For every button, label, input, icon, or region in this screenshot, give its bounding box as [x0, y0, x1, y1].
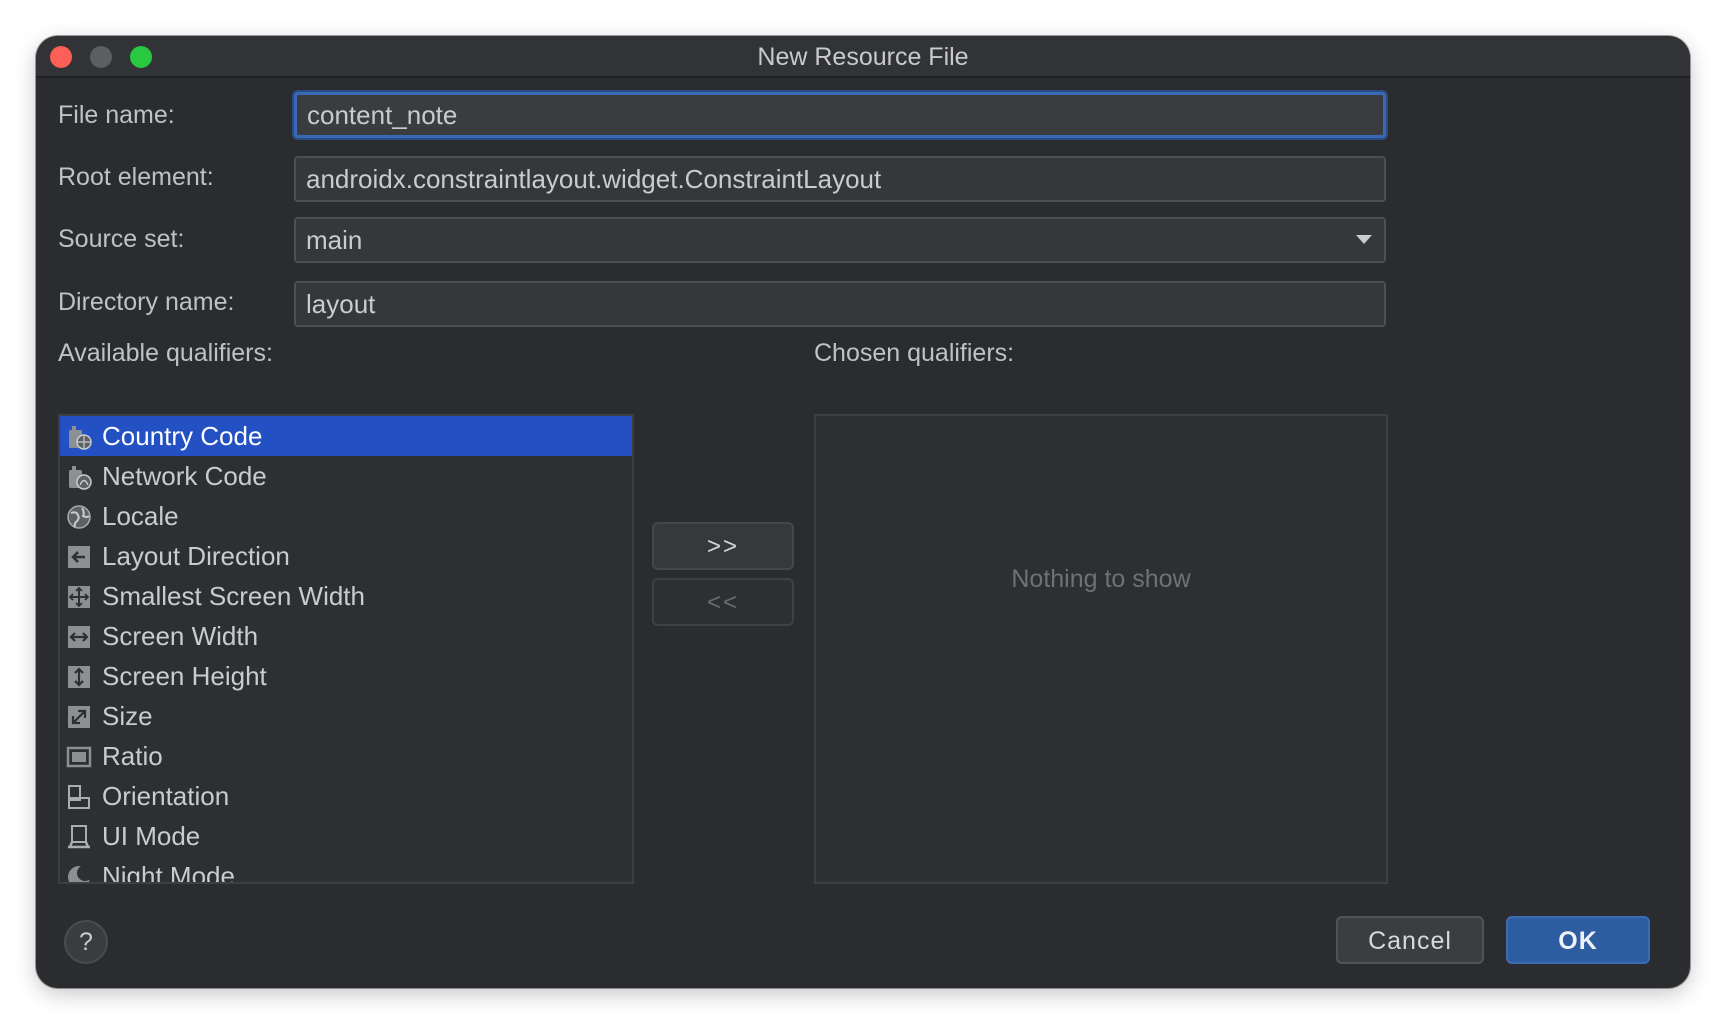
source-set-label: Source set: [58, 225, 185, 253]
qualifier-item-smallest-screen-width[interactable]: Smallest Screen Width [60, 576, 632, 616]
qualifier-label: Size [102, 701, 153, 731]
empty-state-text: Nothing to show [1011, 565, 1191, 593]
layout-direction-icon [68, 546, 90, 568]
qualifier-item-network-code[interactable]: Network Code [60, 456, 632, 496]
cancel-button[interactable]: Cancel [1336, 916, 1484, 964]
qualifier-label: Network Code [102, 461, 267, 491]
ui-mode-icon [68, 825, 90, 849]
qualifier-item-screen-width[interactable]: Screen Width [60, 616, 632, 656]
qualifier-item-locale[interactable]: Locale [60, 496, 632, 536]
new-resource-file-dialog: New Resource File File name: Root elemen… [36, 36, 1690, 988]
qualifier-label: Screen Width [102, 621, 259, 651]
chevron-down-icon [1356, 235, 1372, 244]
file-name-input[interactable] [294, 92, 1386, 138]
qualifier-label: Country Code [102, 421, 263, 451]
title-bar: New Resource File [36, 36, 1690, 78]
qualifier-label: Screen Height [102, 661, 267, 691]
window-title: New Resource File [757, 43, 969, 71]
qualifier-item-orientation[interactable]: Orientation [60, 776, 632, 816]
qualifier-item-ui-mode[interactable]: UI Mode [60, 816, 632, 856]
qualifier-item-size[interactable]: Size [60, 696, 632, 736]
qualifier-item-ratio[interactable]: Ratio [60, 736, 632, 776]
directory-name-input[interactable] [294, 281, 1386, 327]
qualifier-label: Night Mode [102, 861, 235, 884]
chosen-qualifiers-list[interactable]: Nothing to show [814, 414, 1388, 884]
qualifier-label: Smallest Screen Width [102, 581, 365, 611]
qualifier-item-screen-height[interactable]: Screen Height [60, 656, 632, 696]
orientation-icon [68, 785, 90, 809]
directory-name-label: Directory name: [58, 288, 235, 316]
available-qualifiers-label: Available qualifiers: [58, 339, 273, 367]
globe-icon [67, 505, 91, 529]
screen-height-icon [68, 666, 90, 688]
qualifier-item-layout-direction[interactable]: Layout Direction [60, 536, 632, 576]
root-element-label: Root element: [58, 163, 214, 191]
source-set-value: main [306, 225, 363, 255]
screen-width-icon [68, 626, 90, 648]
size-icon [68, 706, 90, 728]
qualifier-label: Locale [102, 501, 179, 531]
network-code-icon [69, 466, 92, 490]
qualifier-label: Ratio [102, 741, 163, 771]
ratio-icon [66, 746, 92, 768]
remove-qualifier-button[interactable]: << [652, 578, 794, 626]
chosen-qualifiers-label: Chosen qualifiers: [814, 339, 1015, 367]
add-qualifier-button[interactable]: >> [652, 522, 794, 570]
country-code-icon [69, 426, 92, 450]
qualifier-item-night-mode[interactable]: Night Mode [60, 856, 632, 884]
source-set-select[interactable]: main [294, 217, 1386, 263]
ok-button[interactable]: OK [1506, 916, 1650, 964]
smallest-screen-width-icon [68, 586, 90, 608]
file-name-label: File name: [58, 101, 175, 129]
qualifier-item-country-code[interactable]: Country Code [60, 416, 632, 456]
night-mode-icon [68, 865, 92, 882]
qualifier-label: Orientation [102, 781, 230, 811]
qualifier-label: UI Mode [102, 821, 201, 851]
root-element-input[interactable] [294, 156, 1386, 202]
available-qualifiers-list[interactable]: Country Code Network Code Locale Layout … [58, 414, 634, 884]
help-button[interactable]: ? [64, 920, 108, 964]
qualifier-label: Layout Direction [102, 541, 290, 571]
